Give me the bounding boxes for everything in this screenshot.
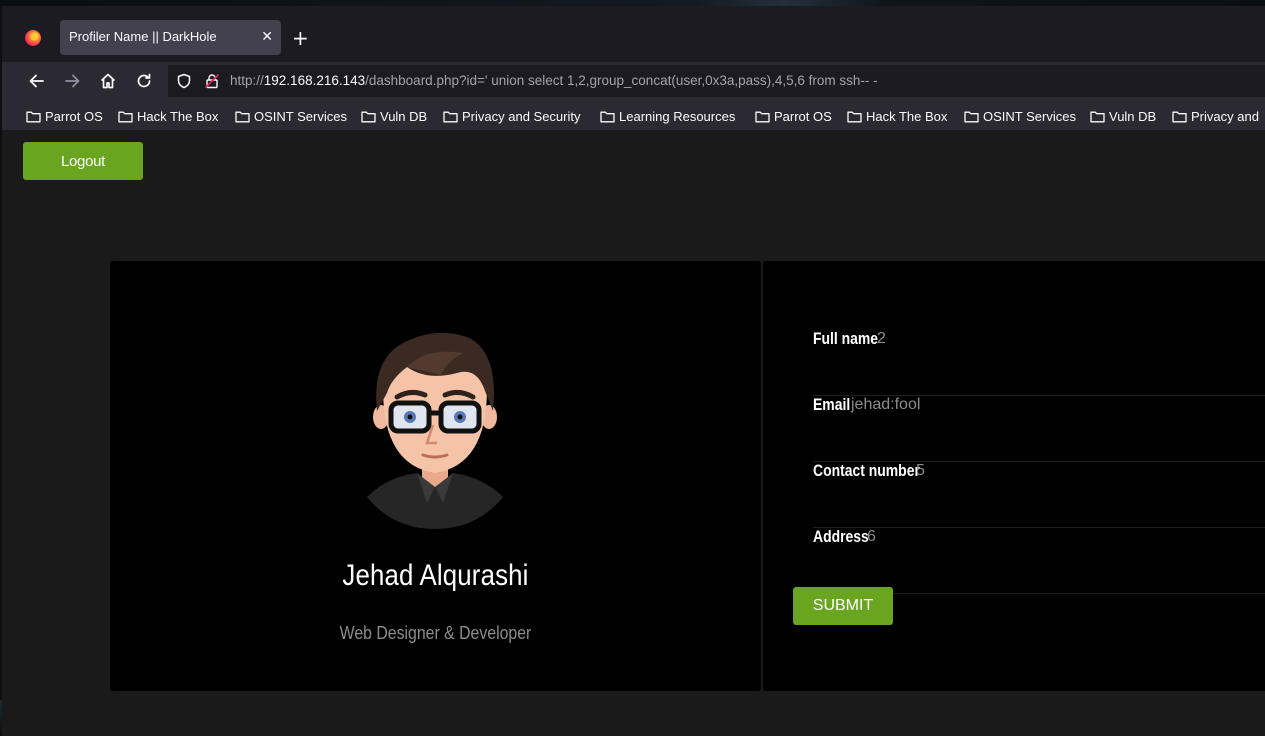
bookmark-folder[interactable]: OSINT Services	[964, 107, 1076, 125]
bookmark-label: Vuln DB	[380, 108, 428, 124]
url-bar[interactable]: http://192.168.216.143/dashboard.php?id=…	[168, 65, 1265, 97]
folder-icon	[964, 111, 979, 122]
reload-icon[interactable]	[134, 71, 154, 91]
folder-icon	[600, 111, 615, 122]
bookmark-label: OSINT Services	[254, 108, 347, 124]
bookmark-folder[interactable]: Learning Resources	[600, 107, 735, 125]
folder-icon	[847, 111, 862, 122]
field-label: Full name	[813, 329, 879, 348]
bookmark-folder[interactable]: Privacy and	[1172, 107, 1259, 125]
bookmark-label: Hack The Box	[866, 108, 948, 124]
bookmark-folder[interactable]: OSINT Services	[235, 107, 347, 125]
field-label: Email	[813, 395, 851, 414]
field-row-email: Email jehad:fool	[813, 395, 1265, 462]
bookmark-folder[interactable]: Vuln DB	[361, 107, 427, 125]
url-path: /dashboard.php?id=' union select 1,2,gro…	[365, 73, 878, 88]
bookmark-folder[interactable]: Privacy and Security	[443, 107, 581, 125]
bookmarks-toolbar: Parrot OS Hack The Box OSINT Services Vu…	[2, 100, 1265, 130]
firefox-icon[interactable]	[25, 30, 41, 46]
field-row-contact-number: Contact number 5	[813, 461, 1265, 528]
field-label: Contact number	[813, 461, 920, 480]
field-value: 5	[916, 462, 925, 479]
back-icon[interactable]	[27, 71, 47, 91]
bookmark-label: Privacy and	[1191, 108, 1259, 124]
bookmark-label: Vuln DB	[1109, 108, 1157, 124]
field-row-address: Address 6	[813, 527, 1265, 594]
plus-icon[interactable]: +	[292, 28, 309, 48]
field-row-full-name: Full name 2	[813, 329, 1265, 396]
profile-name: Jehad Alqurashi	[342, 559, 529, 592]
folder-icon	[118, 111, 133, 122]
bookmark-label: Hack The Box	[137, 108, 219, 124]
page-content: Logout Jehad Alqurashi Web Designer & De…	[2, 130, 1265, 736]
folder-icon	[26, 111, 41, 122]
bookmark-label: Learning Resources	[619, 108, 736, 124]
forward-icon[interactable]	[62, 71, 82, 91]
bookmark-label: Parrot OS	[774, 108, 832, 124]
folder-icon	[235, 111, 250, 122]
field-value: jehad:fool	[851, 396, 921, 413]
bookmark-folder[interactable]: Parrot OS	[26, 107, 103, 125]
submit-button[interactable]: SUBMIT	[793, 587, 893, 625]
url-text[interactable]: http://192.168.216.143/dashboard.php?id=…	[230, 73, 878, 88]
folder-icon	[443, 111, 458, 122]
navigation-bar: http://192.168.216.143/dashboard.php?id=…	[2, 62, 1265, 100]
logout-button[interactable]: Logout	[23, 142, 143, 180]
home-icon[interactable]	[98, 71, 118, 91]
details-card: Full name 2 Email jehad:fool Contact num…	[763, 261, 1265, 691]
avatar	[367, 332, 503, 529]
folder-icon	[755, 111, 770, 122]
bookmark-folder[interactable]: Vuln DB	[1090, 107, 1156, 125]
bookmark-label: OSINT Services	[983, 108, 1076, 124]
tab-active[interactable]: Profiler Name || DarkHole ✕	[60, 20, 281, 55]
field-value: 6	[867, 528, 876, 545]
insecure-lock-icon[interactable]	[204, 73, 220, 89]
bookmark-label: Privacy and Security	[462, 108, 581, 124]
url-scheme: http://	[230, 73, 264, 88]
folder-icon	[1090, 111, 1105, 122]
bookmark-folder[interactable]: Hack The Box	[118, 107, 218, 125]
bookmark-folder[interactable]: Hack The Box	[847, 107, 947, 125]
tab-title: Profiler Name || DarkHole	[69, 29, 217, 44]
bookmark-label: Parrot OS	[45, 108, 103, 124]
profile-role: Web Designer & Developer	[339, 623, 532, 643]
shield-icon[interactable]	[176, 73, 192, 89]
folder-icon	[361, 111, 376, 122]
browser-window: Profiler Name || DarkHole ✕ + http://192…	[2, 6, 1265, 736]
url-host: 192.168.216.143	[263, 73, 366, 88]
profile-card: Jehad Alqurashi Web Designer & Developer	[110, 261, 761, 691]
bookmark-folder[interactable]: Parrot OS	[755, 107, 832, 125]
tab-bar: Profiler Name || DarkHole ✕ +	[2, 6, 1265, 62]
close-icon[interactable]: ✕	[261, 27, 273, 47]
field-value: 2	[877, 330, 886, 347]
field-label: Address	[813, 527, 869, 546]
folder-icon	[1172, 111, 1187, 122]
